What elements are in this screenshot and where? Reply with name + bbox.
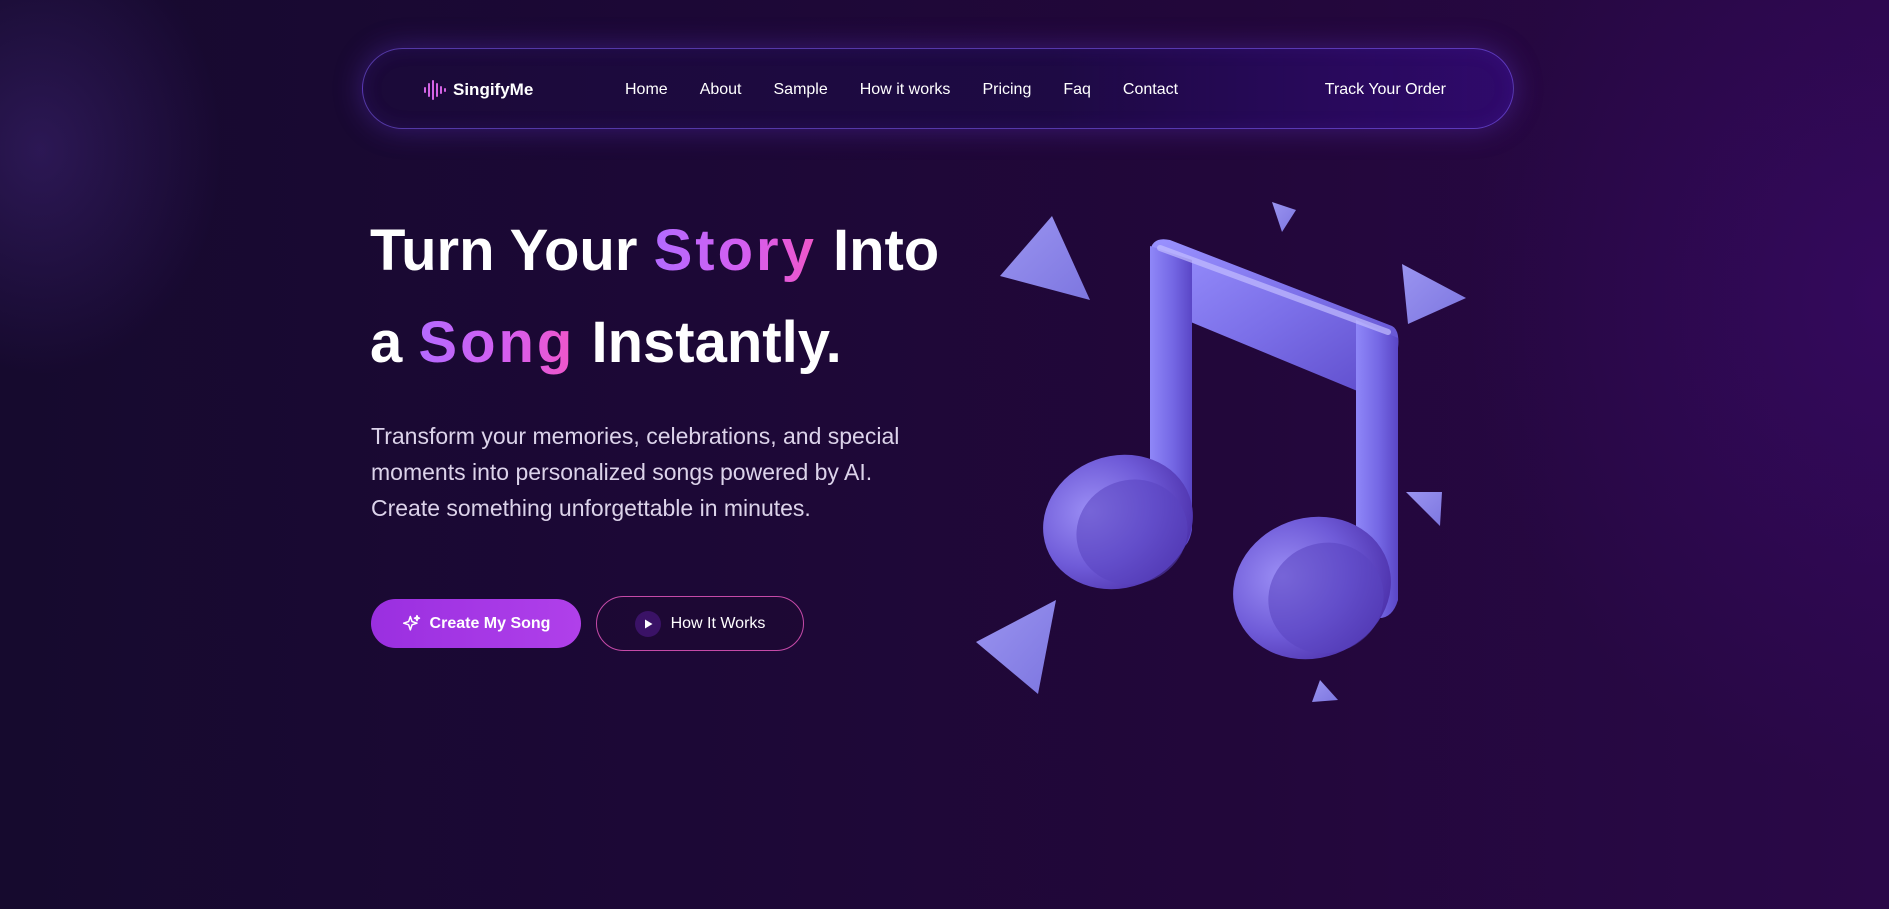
navbar: SingifyMe Home About Sample How it works…	[362, 48, 1514, 129]
how-it-works-button[interactable]: How It Works	[596, 596, 804, 651]
subtitle-line: Create something unforgettable in minute…	[371, 495, 811, 521]
nav-faq[interactable]: Faq	[1063, 81, 1091, 99]
subtitle-line: moments into personalized songs powered …	[371, 459, 873, 485]
play-icon	[644, 619, 653, 628]
triangle-shape	[1272, 202, 1296, 232]
title-text: Instantly.	[591, 310, 842, 375]
title-highlight-story: Story	[653, 218, 817, 283]
nav-home[interactable]: Home	[625, 81, 668, 99]
nav-contact[interactable]: Contact	[1123, 81, 1178, 99]
nav-about[interactable]: About	[700, 81, 742, 99]
hero-illustration	[960, 180, 1490, 720]
subtitle-line: Transform your memories, celebrations, a…	[371, 423, 900, 449]
hero-title-line-2: a Song Instantly.	[370, 297, 1010, 389]
nav-pricing[interactable]: Pricing	[982, 81, 1031, 99]
hero-subtitle: Transform your memories, celebrations, a…	[371, 418, 961, 526]
title-text: a	[370, 310, 403, 375]
play-button-circle	[634, 610, 661, 637]
sparkle-icon	[402, 614, 420, 631]
music-note-illustration	[976, 202, 1466, 702]
triangle-shape	[1312, 680, 1338, 702]
track-order-link[interactable]: Track Your Order	[1325, 49, 1446, 130]
brand-logo[interactable]: SingifyMe	[423, 49, 533, 130]
triangle-shape	[1402, 264, 1466, 324]
how-it-works-label: How It Works	[670, 614, 766, 632]
nav-how-it-works[interactable]: How it works	[860, 81, 951, 99]
title-text: Into	[832, 218, 940, 283]
brand-name: SingifyMe	[453, 79, 534, 99]
hero-title-line-1: Turn Your Story Into	[370, 205, 1010, 297]
triangle-shape	[976, 600, 1056, 694]
create-my-song-label: Create My Song	[429, 614, 551, 632]
nav-sample[interactable]: Sample	[774, 81, 828, 99]
hero-title: Turn Your Story Into a Song Instantly.	[370, 205, 1010, 389]
nav-links: Home About Sample How it works Pricing F…	[625, 49, 1178, 130]
sound-wave-icon	[424, 79, 446, 100]
title-highlight-song: Song	[418, 310, 576, 375]
create-my-song-button[interactable]: Create My Song	[371, 599, 581, 648]
triangle-shape	[1000, 216, 1090, 300]
triangle-shape	[1406, 492, 1442, 526]
title-text: Turn Your	[370, 218, 638, 283]
